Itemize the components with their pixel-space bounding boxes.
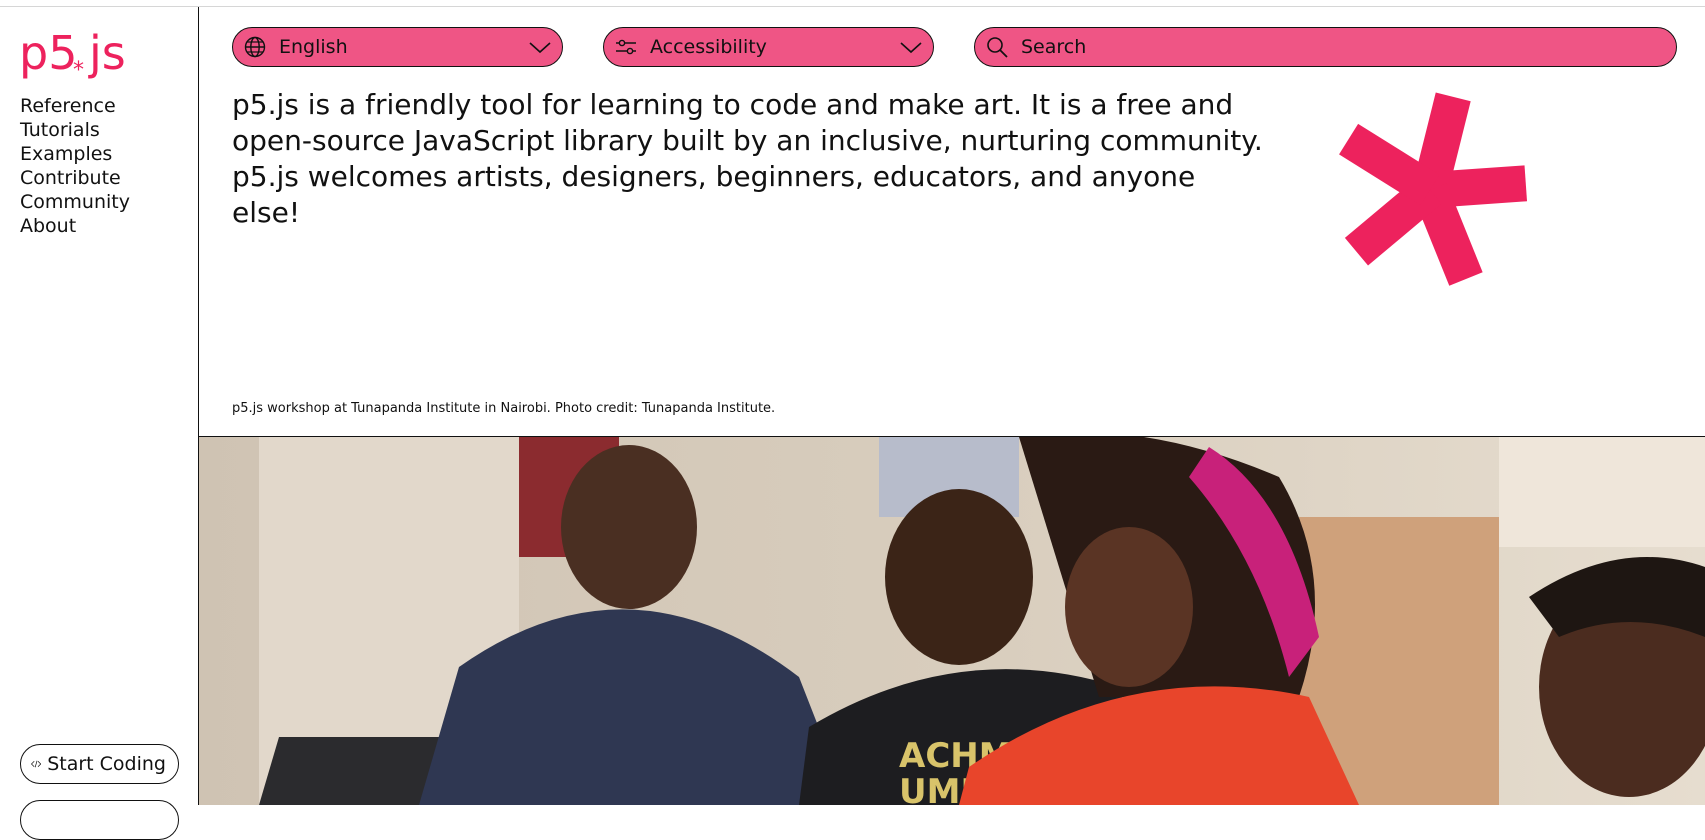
language-value: English: [279, 36, 348, 58]
nav-item-tutorials[interactable]: Tutorials: [20, 118, 130, 142]
search-icon: [987, 37, 1008, 58]
chevron-down-icon: [529, 42, 551, 54]
photo-caption: p5.js workshop at Tunapanda Institute in…: [232, 401, 776, 416]
hero-photo: ACHMAN UMMING: [199, 437, 1705, 805]
nav-item-community[interactable]: Community: [20, 190, 130, 214]
nav-item-reference[interactable]: Reference: [20, 94, 130, 118]
top-rule: [0, 0, 1705, 7]
sliders-icon: [616, 39, 636, 55]
globe-icon: [244, 36, 266, 58]
nav-item-examples[interactable]: Examples: [20, 142, 130, 166]
code-brackets-icon: [31, 760, 42, 768]
main-nav: Reference Tutorials Examples Contribute …: [20, 94, 130, 238]
asterisk-icon: [1339, 92, 1528, 286]
start-coding-label: Start Coding: [47, 753, 166, 775]
p5js-logo[interactable]: p5 * js: [19, 27, 139, 85]
search-box[interactable]: [974, 27, 1677, 67]
accessibility-label: Accessibility: [650, 36, 767, 58]
intro-text: p5.js is a friendly tool for learning to…: [232, 88, 1263, 229]
nav-item-about[interactable]: About: [20, 214, 130, 238]
start-coding-button[interactable]: Start Coding: [20, 744, 179, 784]
language-selector[interactable]: English: [232, 27, 563, 67]
sidebar-secondary-button[interactable]: [20, 800, 179, 840]
chevron-down-icon: [900, 42, 922, 54]
svg-text:js: js: [88, 27, 126, 80]
accessibility-selector[interactable]: Accessibility: [603, 27, 934, 67]
svg-text:*: *: [73, 58, 84, 83]
sidebar: p5 * js Reference Tutorials Examples Con…: [0, 7, 199, 840]
search-input[interactable]: [1021, 36, 1621, 58]
nav-item-contribute[interactable]: Contribute: [20, 166, 130, 190]
svg-text:p5: p5: [19, 27, 77, 80]
